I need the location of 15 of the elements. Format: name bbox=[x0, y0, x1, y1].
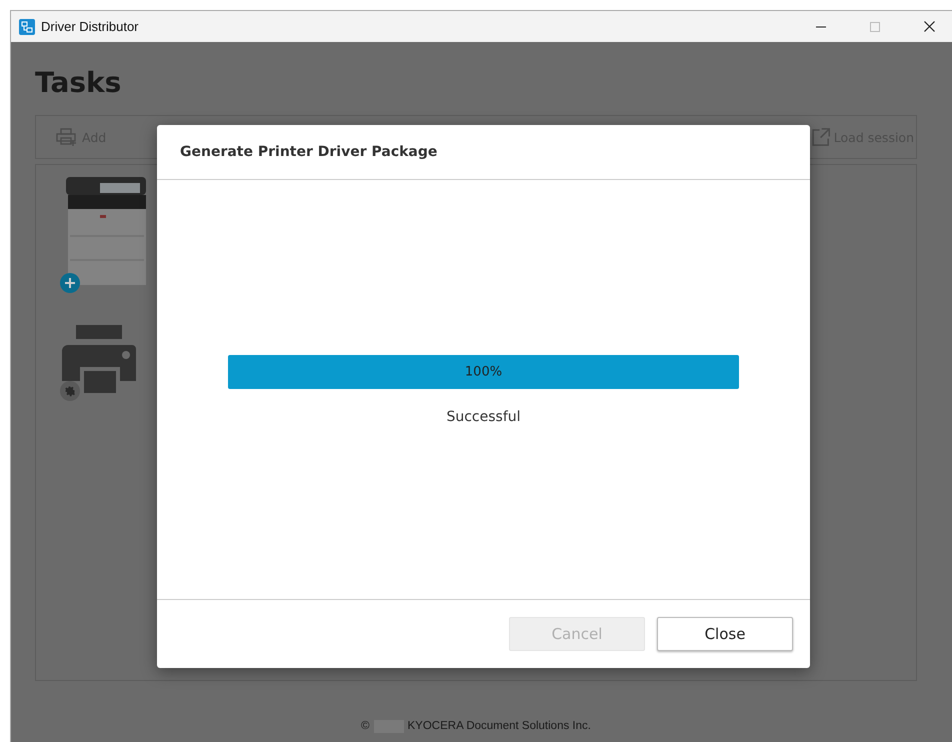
minimize-icon[interactable] bbox=[816, 26, 826, 28]
export-icon bbox=[812, 128, 830, 146]
page-title: Tasks bbox=[35, 66, 122, 99]
settings-icon[interactable] bbox=[60, 381, 80, 401]
add-icon[interactable] bbox=[60, 273, 80, 293]
copyright-text: KYOCERA Document Solutions Inc. bbox=[408, 720, 591, 732]
window-title: Driver Distributor bbox=[41, 19, 140, 34]
progress-reading: 100% bbox=[464, 364, 502, 379]
close-icon[interactable] bbox=[924, 21, 934, 32]
dialog-title: Generate Printer Driver Package bbox=[180, 144, 438, 160]
printer-add-icon bbox=[56, 127, 78, 147]
app-icon bbox=[19, 18, 35, 34]
copyright-sign: © bbox=[361, 720, 370, 732]
dialog-button[interactable]: Close bbox=[657, 617, 793, 651]
status-text: Successful bbox=[446, 408, 521, 424]
